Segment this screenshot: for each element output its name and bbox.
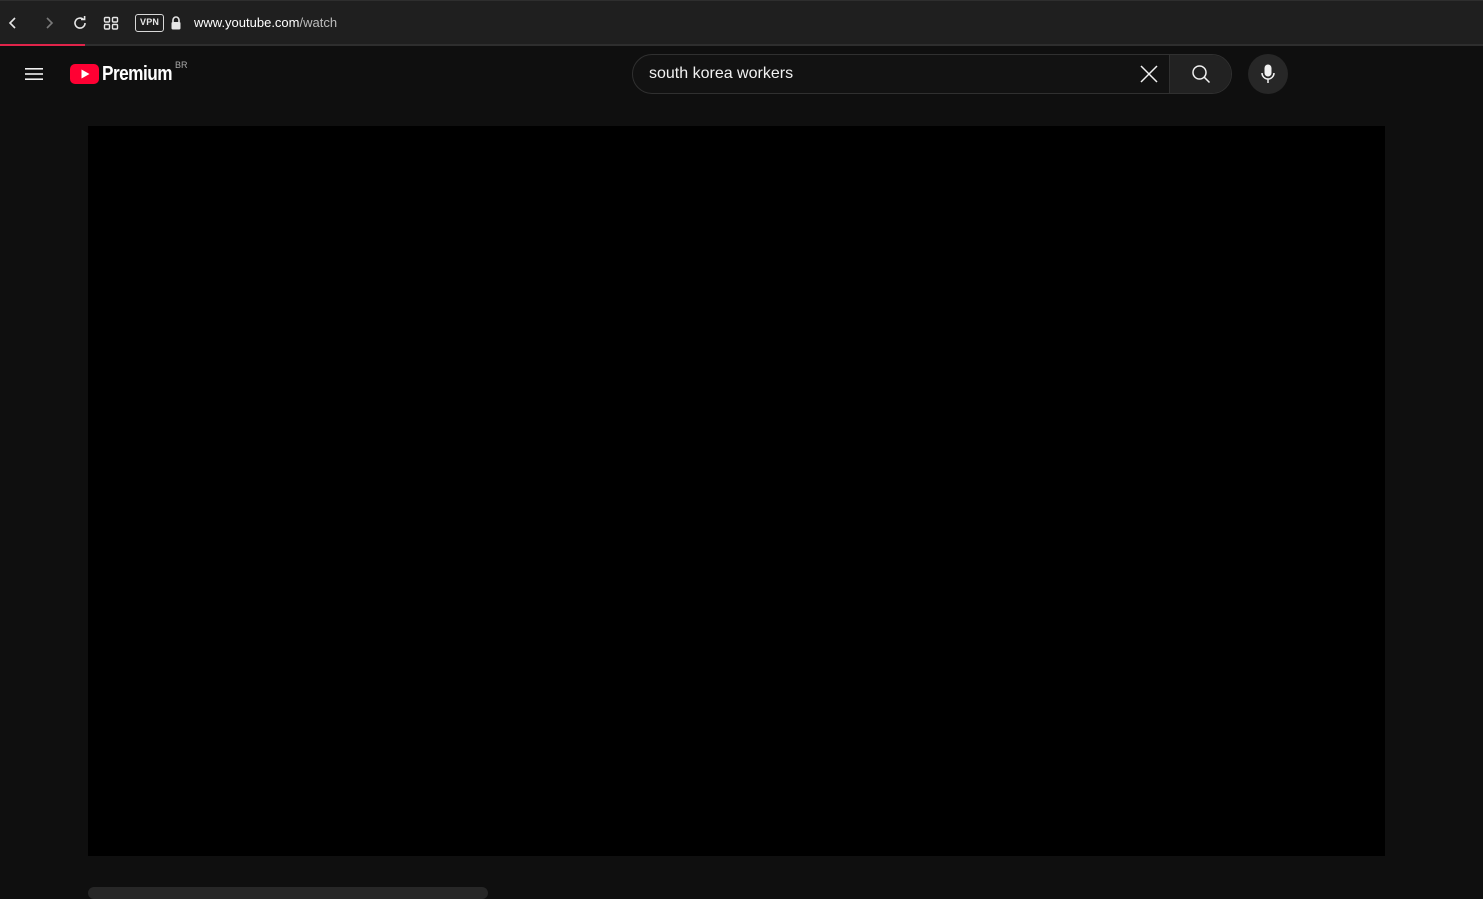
video-title-placeholder xyxy=(88,887,488,899)
microphone-icon xyxy=(1261,64,1275,83)
url-path: /watch xyxy=(299,15,338,30)
reload-icon xyxy=(74,16,86,29)
chevron-left-icon xyxy=(8,17,16,29)
search-box xyxy=(632,54,1232,94)
chevron-right-icon xyxy=(46,17,54,29)
logo-wordmark: Premium xyxy=(102,62,173,85)
lock-icon[interactable] xyxy=(170,15,182,31)
search-icon xyxy=(1191,65,1210,84)
youtube-premium-logo[interactable]: Premium xyxy=(70,62,183,86)
tabs-overview-button[interactable] xyxy=(99,11,123,35)
guide-menu-button[interactable] xyxy=(18,54,50,94)
reload-button[interactable] xyxy=(68,11,92,35)
youtube-play-icon xyxy=(70,64,99,84)
forward-button[interactable] xyxy=(37,11,61,35)
vpn-badge[interactable]: VPN xyxy=(135,14,165,32)
clear-search-button[interactable] xyxy=(1129,55,1169,93)
voice-search-button[interactable] xyxy=(1248,54,1288,94)
back-button[interactable] xyxy=(1,11,25,35)
search-input[interactable] xyxy=(649,65,1129,83)
address-bar[interactable]: www.youtube.com/watch xyxy=(194,15,337,30)
url-host: www.youtube.com xyxy=(194,15,300,30)
hamburger-menu-icon xyxy=(25,68,43,80)
country-code: BR xyxy=(175,60,188,70)
youtube-masthead: Premium BR xyxy=(0,46,1483,102)
close-icon xyxy=(1140,65,1158,83)
search-input-wrapper xyxy=(633,55,1129,93)
search-button[interactable] xyxy=(1169,55,1231,93)
video-player[interactable] xyxy=(88,126,1385,856)
browser-toolbar: VPN www.youtube.com/watch xyxy=(0,0,1483,44)
grid-icon xyxy=(103,16,119,30)
